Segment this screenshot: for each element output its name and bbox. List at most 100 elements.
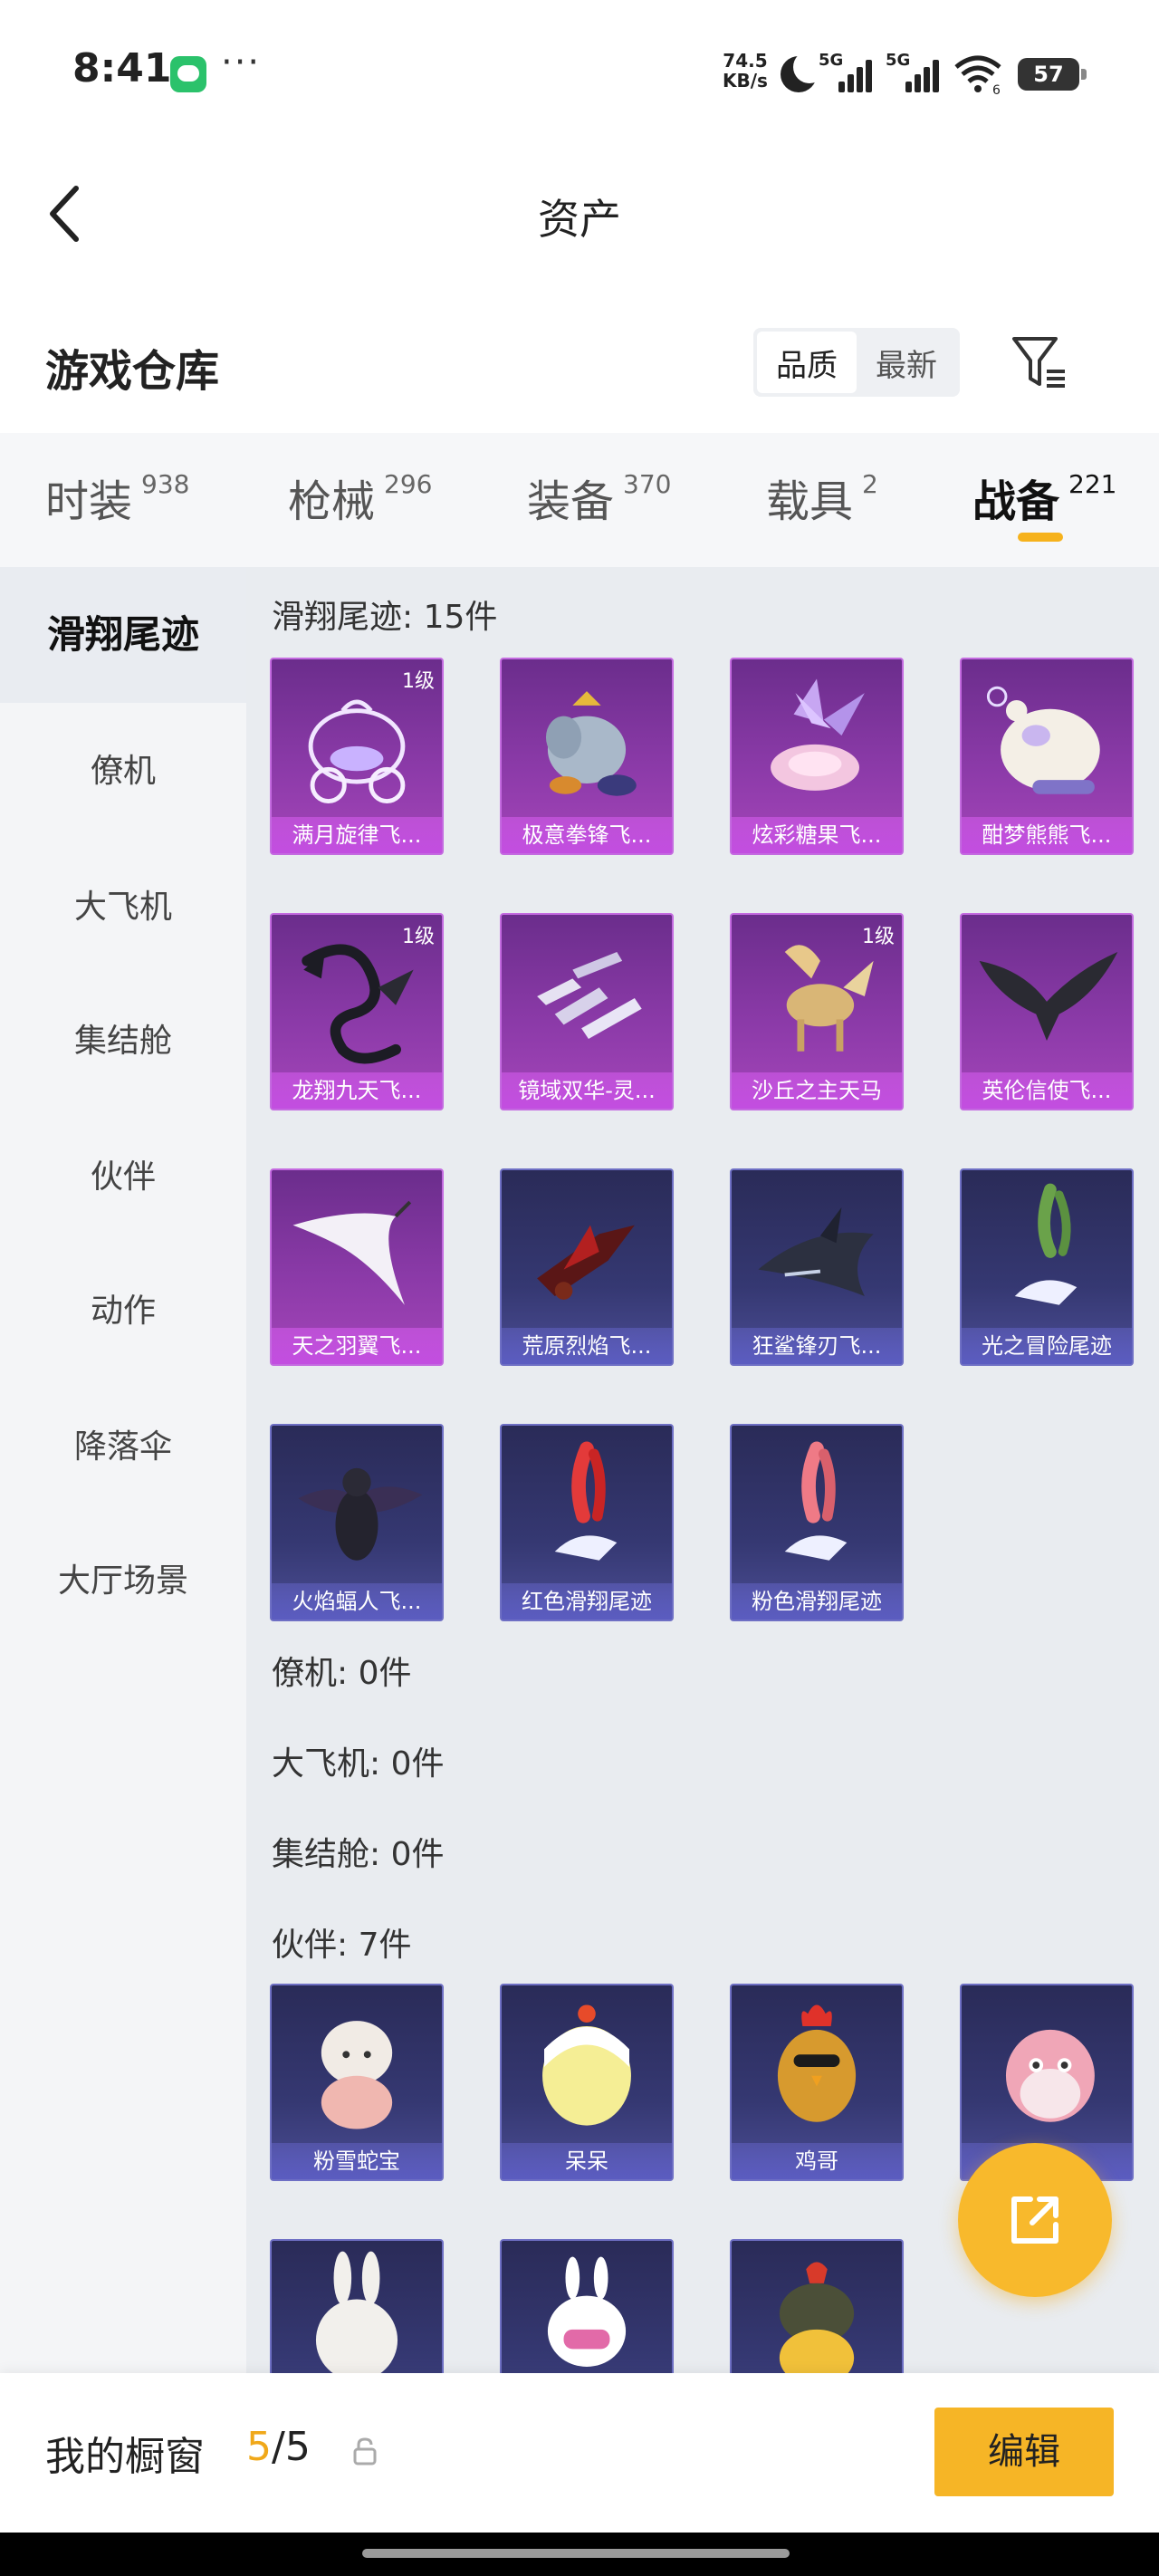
item-card[interactable]: 粉色滑翔尾迹 xyxy=(730,1424,904,1621)
share-external-icon xyxy=(1011,2196,1058,2244)
network-speed: 74.5 KB/s xyxy=(723,51,768,91)
raven-art-icon xyxy=(979,952,1118,1041)
status-time: 8:41 xyxy=(72,45,172,91)
item-name: 酣梦熊熊飞... xyxy=(962,817,1132,853)
section-title-glide-trail: 滑翔尾迹: 15件 xyxy=(272,599,498,636)
tab-vehicles[interactable]: 载具 2 xyxy=(766,466,878,529)
green-trail-art-icon xyxy=(1014,1183,1078,1305)
sort-quality-button[interactable]: 品质 xyxy=(757,332,857,393)
item-name: 鸡哥 xyxy=(732,2143,902,2179)
white-wing-art-icon xyxy=(292,1200,412,1305)
pink-bird-art-icon xyxy=(1005,2029,1095,2122)
item-card[interactable]: 炫彩糖果飞... xyxy=(730,658,904,855)
item-name: 火焰蝠人飞... xyxy=(272,1583,442,1620)
item-name: 英伦信使飞... xyxy=(962,1072,1132,1109)
wasteland-flame-art-icon xyxy=(537,1225,635,1300)
status-bar: 8:41 ··· 74.5 KB/s 5G 5G 6 57 xyxy=(0,0,1159,145)
item-card[interactable]: 极意拳锋飞... xyxy=(500,658,674,855)
item-name: 荒原烈焰飞... xyxy=(502,1328,672,1364)
battery-indicator: 57 xyxy=(1018,58,1087,91)
item-card[interactable]: 粉雪蛇宝 xyxy=(270,1984,444,2181)
showcase-current: 5 xyxy=(246,2424,272,2470)
shark-art-icon xyxy=(758,1207,874,1296)
item-name: 龙翔九天飞... xyxy=(272,1072,442,1109)
candy-crystal-art-icon xyxy=(771,678,865,791)
do-not-disturb-icon xyxy=(781,51,826,92)
showcase-label: 我的橱窗 xyxy=(45,2434,205,2480)
sort-toggle: 品质 最新 xyxy=(753,328,960,397)
sleeping-bear-art-icon xyxy=(986,686,1100,794)
showcase-total: 5 xyxy=(284,2424,311,2470)
item-name: 满月旋律飞... xyxy=(272,817,442,853)
elephant-boxer-art-icon xyxy=(545,691,637,796)
wifi-icon: 6 xyxy=(954,54,1001,98)
item-level: 1级 xyxy=(402,926,435,948)
tab-fashion[interactable]: 时装 938 xyxy=(45,466,189,529)
filter-icon xyxy=(1012,337,1065,388)
crystal-blades-art-icon xyxy=(537,952,642,1039)
wechat-notification-icon xyxy=(170,56,206,92)
pink-snow-snake-art-icon xyxy=(321,2021,393,2129)
item-name: 天之羽翼飞... xyxy=(272,1328,442,1364)
red-trail-art-icon xyxy=(554,1441,618,1561)
showcase-bar: 我的橱窗 5/5 编辑 xyxy=(0,2373,1159,2533)
section-title-partner: 伙伴: 7件 xyxy=(272,1927,412,1964)
item-card[interactable]: 呆呆 xyxy=(500,1984,674,2181)
item-name: 红色滑翔尾迹 xyxy=(502,1583,672,1620)
item-card[interactable]: 酣梦熊熊飞... xyxy=(960,658,1134,855)
item-card[interactable]: 火焰蝠人飞... xyxy=(270,1424,444,1621)
share-button[interactable] xyxy=(958,2143,1112,2297)
sidebar-item-parachute[interactable]: 降落伞 xyxy=(0,1420,246,1467)
sort-newest-button[interactable]: 最新 xyxy=(857,332,956,393)
category-tabs: 时装 938 枪械 296 装备 370 载具 2 战备 221 xyxy=(0,433,1159,567)
filter-button[interactable] xyxy=(1009,332,1070,393)
sidebar-item-glide-trail[interactable]: 滑翔尾迹 xyxy=(0,567,246,703)
lock-icon xyxy=(353,2437,377,2465)
section-title-wingman: 僚机: 0件 xyxy=(272,1655,412,1692)
sidebar-item-action[interactable]: 动作 xyxy=(0,1284,246,1331)
more-notifications-icon: ··· xyxy=(221,42,262,83)
tab-equipment[interactable]: 装备 370 xyxy=(527,466,671,529)
sidebar-item-partner[interactable]: 伙伴 xyxy=(0,1150,246,1197)
item-card[interactable]: 英伦信使飞... xyxy=(960,913,1134,1110)
page-title: 资产 xyxy=(538,195,621,244)
item-name: 极意拳锋飞... xyxy=(502,817,672,853)
item-card[interactable]: 镜域双华-灵... xyxy=(500,913,674,1110)
item-level: 1级 xyxy=(862,926,895,948)
edit-button[interactable]: 编辑 xyxy=(934,2408,1114,2496)
sidebar-item-big-plane[interactable]: 大飞机 xyxy=(0,880,246,928)
item-name: 粉雪蛇宝 xyxy=(272,2143,442,2179)
home-indicator[interactable] xyxy=(362,2549,790,2558)
flame-batman-art-icon xyxy=(298,1467,423,1561)
chick-egg-art-icon xyxy=(542,2004,631,2126)
item-card[interactable]: 1级 龙翔九天飞... xyxy=(270,913,444,1110)
item-name: 粉色滑翔尾迹 xyxy=(732,1583,902,1620)
item-card[interactable]: 1级 满月旋律飞... xyxy=(270,658,444,855)
signal-1-icon: 5G xyxy=(819,51,876,92)
showcase-separator: / xyxy=(272,2424,285,2470)
pink-trail-art-icon xyxy=(784,1441,848,1561)
item-card[interactable]: 光之冒险尾迹 xyxy=(960,1168,1134,1366)
item-name: 光之冒险尾迹 xyxy=(962,1328,1132,1364)
showcase-count: 5/5 xyxy=(246,2424,311,2470)
item-name: 沙丘之主天马 xyxy=(732,1072,902,1109)
network-speed-value: 74.5 xyxy=(723,50,768,72)
active-tab-indicator xyxy=(1018,533,1063,542)
sidebar-item-lobby-scene[interactable]: 大厅场景 xyxy=(0,1554,246,1601)
warehouse-title: 游戏仓库 xyxy=(45,346,220,397)
sidebar-item-assembly-pod[interactable]: 集结舱 xyxy=(0,1014,246,1062)
item-card[interactable]: 狂鲨锋刃飞... xyxy=(730,1168,904,1366)
item-card[interactable]: 1级 沙丘之主天马 xyxy=(730,913,904,1110)
tab-battle-gear[interactable]: 战备 221 xyxy=(972,466,1116,529)
sidebar-item-wingman[interactable]: 僚机 xyxy=(0,745,246,792)
network-speed-unit: KB/s xyxy=(723,70,768,91)
item-card[interactable]: 红色滑翔尾迹 xyxy=(500,1424,674,1621)
item-card[interactable]: 荒原烈焰飞... xyxy=(500,1168,674,1366)
svg-text:6: 6 xyxy=(992,83,1001,94)
sidebar: 滑翔尾迹 僚机 大飞机 集结舱 伙伴 动作 降落伞 大厅场景 xyxy=(0,567,246,2379)
item-card[interactable]: 鸡哥 xyxy=(730,1984,904,2181)
signal-2-icon: 5G xyxy=(886,51,943,92)
item-card[interactable]: 天之羽翼飞... xyxy=(270,1168,444,1366)
item-level: 1级 xyxy=(402,670,435,693)
tab-guns[interactable]: 枪械 296 xyxy=(288,466,432,529)
